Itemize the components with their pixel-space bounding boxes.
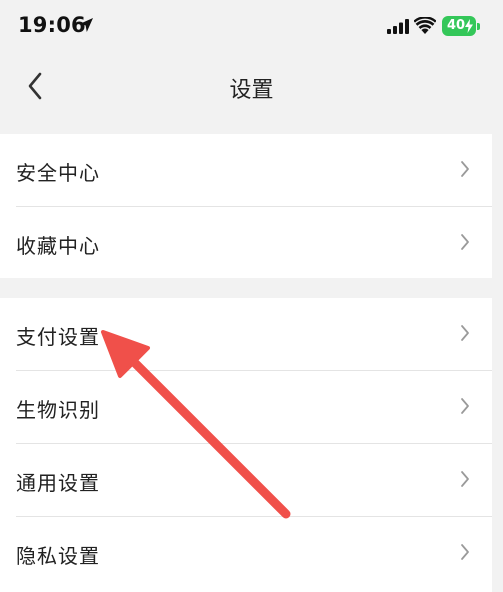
- chevron-right-icon: [461, 471, 469, 487]
- chevron-right-icon: [461, 398, 469, 414]
- chevron-right-icon: [461, 544, 469, 560]
- settings-item-label: 隐私设置: [16, 544, 100, 568]
- settings-item-security-center[interactable]: 安全中心: [0, 134, 492, 207]
- settings-item-label: 收藏中心: [16, 234, 100, 258]
- battery-indicator: 40: [442, 16, 476, 36]
- battery-level: 40: [446, 18, 466, 33]
- chevron-right-icon: [461, 234, 469, 250]
- status-time: 19:06: [18, 13, 86, 37]
- settings-item-label: 支付设置: [16, 325, 100, 349]
- battery-cap: [477, 23, 480, 30]
- settings-item-label: 安全中心: [16, 161, 100, 185]
- settings-item-favorites-center[interactable]: 收藏中心: [0, 207, 492, 280]
- settings-item-general-settings[interactable]: 通用设置: [0, 444, 492, 517]
- cellular-signal-icon: [387, 19, 409, 34]
- page-title: 设置: [229, 78, 274, 103]
- settings-item-label: 通用设置: [16, 471, 100, 495]
- navigation-bar: 设置: [0, 54, 503, 130]
- settings-screen: 19:06 40 设置 安全中心 收藏中心 支付设置 生物识别 通用设置 隐私设…: [0, 0, 503, 592]
- settings-item-privacy-settings[interactable]: 隐私设置: [0, 517, 492, 590]
- location-arrow-icon: [79, 18, 93, 32]
- status-bar: 19:06 40: [0, 0, 503, 54]
- settings-item-label: 生物识别: [16, 398, 100, 422]
- chevron-right-icon: [461, 161, 469, 177]
- chevron-right-icon: [461, 325, 469, 341]
- settings-group-2: 支付设置 生物识别 通用设置 隐私设置: [0, 298, 492, 592]
- settings-item-payment-settings[interactable]: 支付设置: [0, 298, 492, 371]
- wifi-icon: [414, 17, 436, 34]
- settings-group-1: 安全中心 收藏中心: [0, 134, 492, 278]
- settings-item-biometrics[interactable]: 生物识别: [0, 371, 492, 444]
- charging-bolt-icon: [465, 19, 473, 33]
